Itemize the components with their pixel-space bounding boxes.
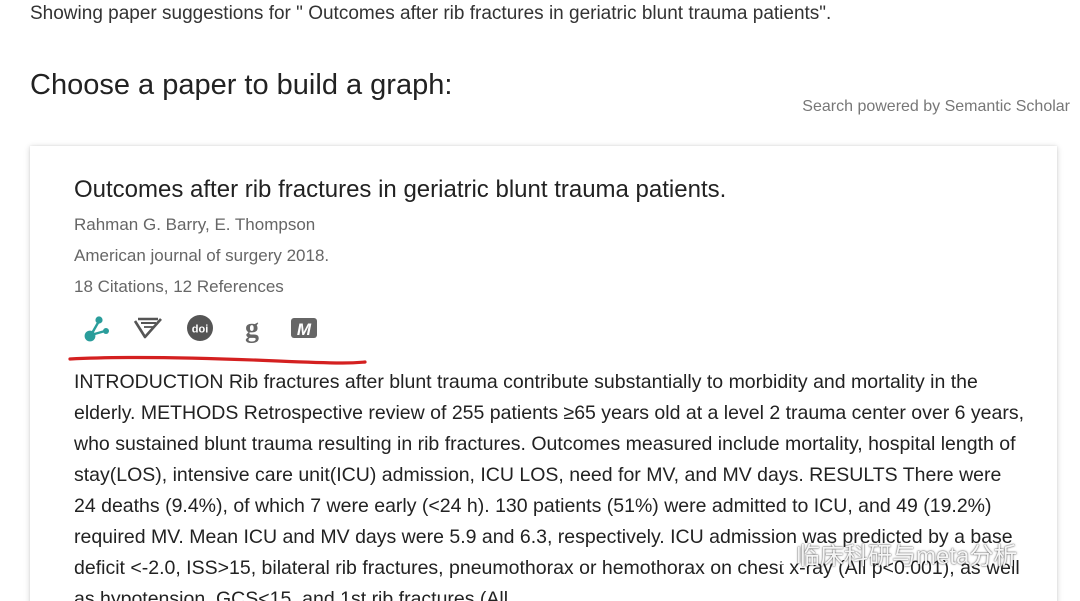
red-underline-annotation [68, 355, 367, 365]
paper-title[interactable]: Outcomes after rib fractures in geriatri… [74, 176, 726, 204]
page: Showing paper suggestions for " Outcomes… [0, 0, 1080, 601]
page-heading: Choose a paper to build a graph: [30, 69, 453, 102]
graph-icon[interactable] [80, 312, 112, 344]
paper-link-icons: doi g M [80, 312, 320, 344]
svg-text:doi: doi [192, 324, 209, 336]
paper-card[interactable]: Outcomes after rib fractures in geriatri… [30, 146, 1057, 601]
paper-authors: Rahman G. Barry, E. Thompson [74, 215, 316, 234]
svg-text:M: M [297, 320, 312, 339]
semantic-scholar-icon[interactable] [132, 312, 164, 344]
paper-counts: 18 Citations, 12 References [74, 277, 284, 296]
watermark: 临床科研与meta分析 [760, 536, 1017, 571]
google-scholar-icon[interactable]: g [236, 312, 268, 344]
wechat-icon [761, 542, 789, 564]
svg-text:g: g [245, 313, 259, 343]
mendeley-icon[interactable]: M [288, 312, 320, 344]
paper-journal: American journal of surgery 2018. [74, 246, 330, 265]
suggestion-text: Showing paper suggestions for " Outcomes… [30, 3, 832, 24]
powered-by-text: Search powered by Semantic Scholar [802, 98, 1070, 115]
watermark-text: 临床科研与meta分析 [796, 543, 1018, 570]
doi-icon[interactable]: doi [184, 312, 216, 344]
